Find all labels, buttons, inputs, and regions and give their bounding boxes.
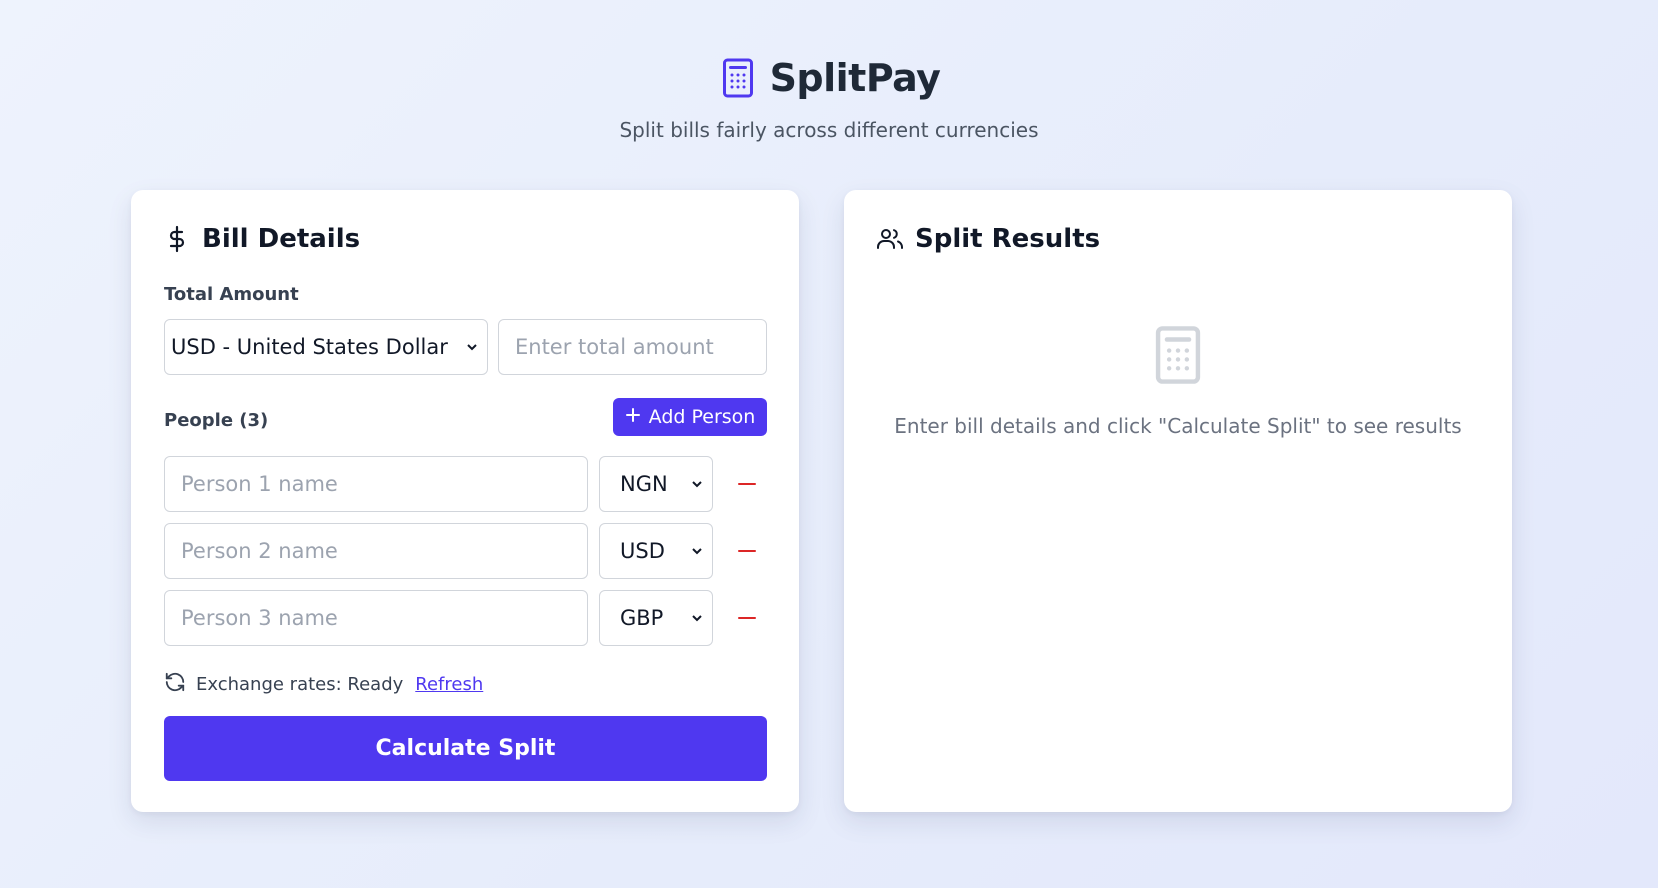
calculator-icon [1150, 324, 1206, 386]
split-results-header: Split Results [877, 224, 1100, 254]
split-results-card: Split Results Enter bill details and cli… [844, 190, 1512, 812]
app-title: SplitPay [769, 56, 941, 100]
plus-icon [625, 406, 641, 428]
bill-details-card: Bill Details Total Amount USD - United S… [131, 190, 799, 812]
person-2-currency-value: USD [620, 539, 665, 563]
calculate-split-button[interactable]: Calculate Split [164, 716, 767, 781]
person-1-name-placeholder: Person 1 name [181, 472, 338, 496]
bill-details-title: Bill Details [202, 224, 361, 254]
person-2-currency-select[interactable]: USD [599, 523, 713, 579]
app-header: SplitPay [0, 56, 1658, 100]
split-results-title: Split Results [915, 224, 1101, 254]
exchange-rates-text: Exchange rates: Ready [196, 674, 404, 695]
person-3-currency-value: GBP [620, 606, 664, 630]
add-person-label: Add Person [648, 406, 756, 428]
add-person-button[interactable]: Add Person [613, 398, 767, 436]
person-3-name-input[interactable]: Person 3 name [164, 590, 588, 646]
person-3-currency-select[interactable]: GBP [599, 590, 713, 646]
person-2-name-input[interactable]: Person 2 name [164, 523, 588, 579]
exchange-rates-status: Exchange rates: Ready Refresh [164, 671, 483, 698]
person-1-currency-value: NGN [620, 472, 668, 496]
chevron-down-icon [690, 477, 704, 491]
chevron-down-icon [465, 340, 479, 354]
minus-icon [738, 550, 756, 552]
people-label: People (3) [164, 410, 269, 431]
remove-person-3-button[interactable] [735, 606, 759, 630]
currency-select-value: USD - United States Dollar [171, 335, 448, 359]
refresh-icon [164, 671, 186, 698]
remove-person-1-button[interactable] [735, 472, 759, 496]
person-3-name-placeholder: Person 3 name [181, 606, 338, 630]
remove-person-2-button[interactable] [735, 539, 759, 563]
chevron-down-icon [690, 544, 704, 558]
minus-icon [738, 617, 756, 619]
dollar-icon [164, 225, 190, 253]
refresh-rates-link[interactable]: Refresh [415, 674, 483, 695]
total-amount-label: Total Amount [164, 284, 299, 305]
users-icon [877, 226, 903, 252]
calculator-icon [718, 56, 758, 100]
person-2-name-placeholder: Person 2 name [181, 539, 338, 563]
currency-select[interactable]: USD - United States Dollar [164, 319, 488, 375]
app-subtitle: Split bills fairly across different curr… [619, 118, 1039, 142]
total-amount-placeholder: Enter total amount [515, 335, 714, 359]
chevron-down-icon [690, 611, 704, 625]
minus-icon [738, 483, 756, 485]
total-amount-input[interactable]: Enter total amount [498, 319, 767, 375]
person-1-currency-select[interactable]: NGN [599, 456, 713, 512]
bill-details-header: Bill Details [164, 224, 360, 254]
person-1-name-input[interactable]: Person 1 name [164, 456, 588, 512]
empty-results-message: Enter bill details and click "Calculate … [894, 414, 1462, 438]
